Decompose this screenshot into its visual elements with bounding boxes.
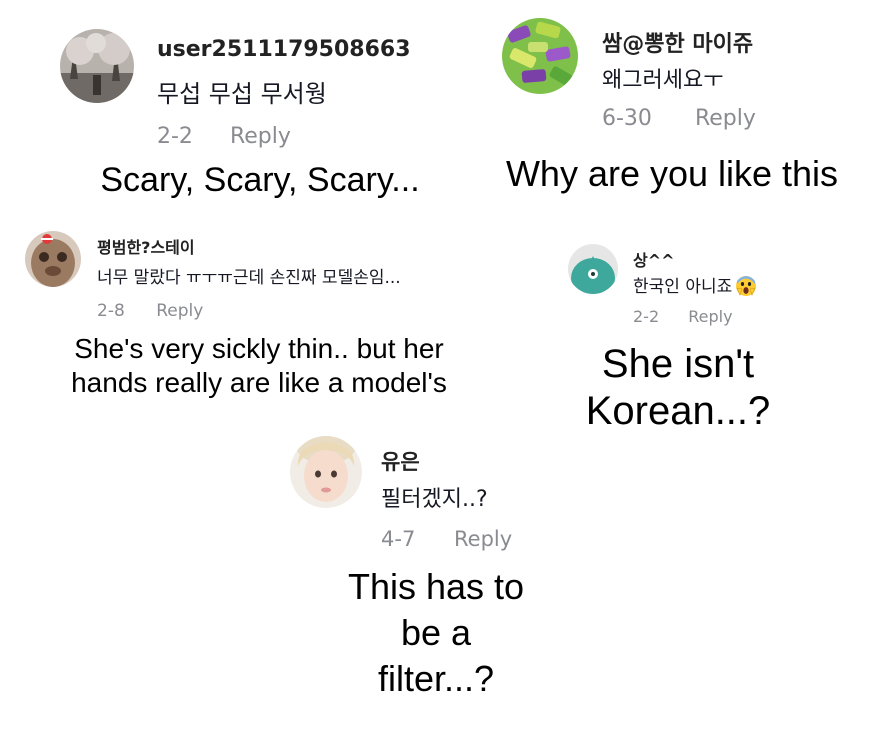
username[interactable]: user2511179508663 [157,37,411,62]
comment-text: 너무 말랐다 ㅠㅜㅠ근데 손진짜 모델손임... [97,268,401,288]
username[interactable]: 상^^ [633,247,675,271]
caption-line: filter...? [377,658,495,700]
reply-button[interactable]: Reply [688,307,732,326]
comment-meta: 2-8 Reply [97,301,203,321]
comment-date: 6-30 [602,106,652,131]
avatar[interactable] [502,18,578,94]
avatar[interactable] [568,244,618,294]
username[interactable]: 유은 [381,446,420,476]
caption-line: She's very sickly thin.. but her [74,333,444,364]
reply-button[interactable]: Reply [156,301,203,321]
avatar[interactable] [290,436,362,508]
username[interactable]: 쌈@뽕한 마이쥬 [602,26,753,58]
comment-date: 2-2 [157,124,193,149]
comment-text-body: 한국인 아니죠 [633,277,733,297]
translation-caption: She isn't Korean...? [560,341,796,435]
comment-text: 왜그러세요ㅜ [602,68,724,93]
reply-button[interactable]: Reply [230,124,291,149]
caption-line: be a [400,612,472,654]
comment-text: 필터겠지..? [381,487,488,512]
caption-line: She isn't [601,342,755,386]
avatar[interactable] [60,29,134,103]
comment-date: 2-8 [97,301,125,321]
comment-date: 4-7 [381,527,416,551]
comment-date: 2-2 [633,307,660,326]
comment-meta: 2-2 Reply [633,307,733,326]
comment-text: 한국인 아니죠 [633,272,757,297]
comment-meta: 4-7 Reply [381,527,512,551]
caption-line: hands really are like a model's [71,366,447,398]
caption-line: This has to [347,566,525,607]
comment-meta: 6-30 Reply [602,106,756,131]
reply-button[interactable]: Reply [454,527,512,551]
avatar[interactable] [25,231,81,287]
translation-caption: Scary, Scary, Scary... [100,161,420,199]
screaming-face-emoji-icon [735,275,757,297]
username[interactable]: 평범한?스테이 [97,234,195,258]
translation-caption: She's very sickly thin.. but her hands r… [30,332,488,399]
reply-button[interactable]: Reply [695,106,756,131]
caption-line: Korean...? [585,389,771,434]
translation-caption: Why are you like this [505,153,839,194]
comment-text: 무섭 무섭 무서웡 [157,80,327,108]
comment-meta: 2-2 Reply [157,124,291,149]
translation-caption: This has to be a filter...? [320,564,552,702]
